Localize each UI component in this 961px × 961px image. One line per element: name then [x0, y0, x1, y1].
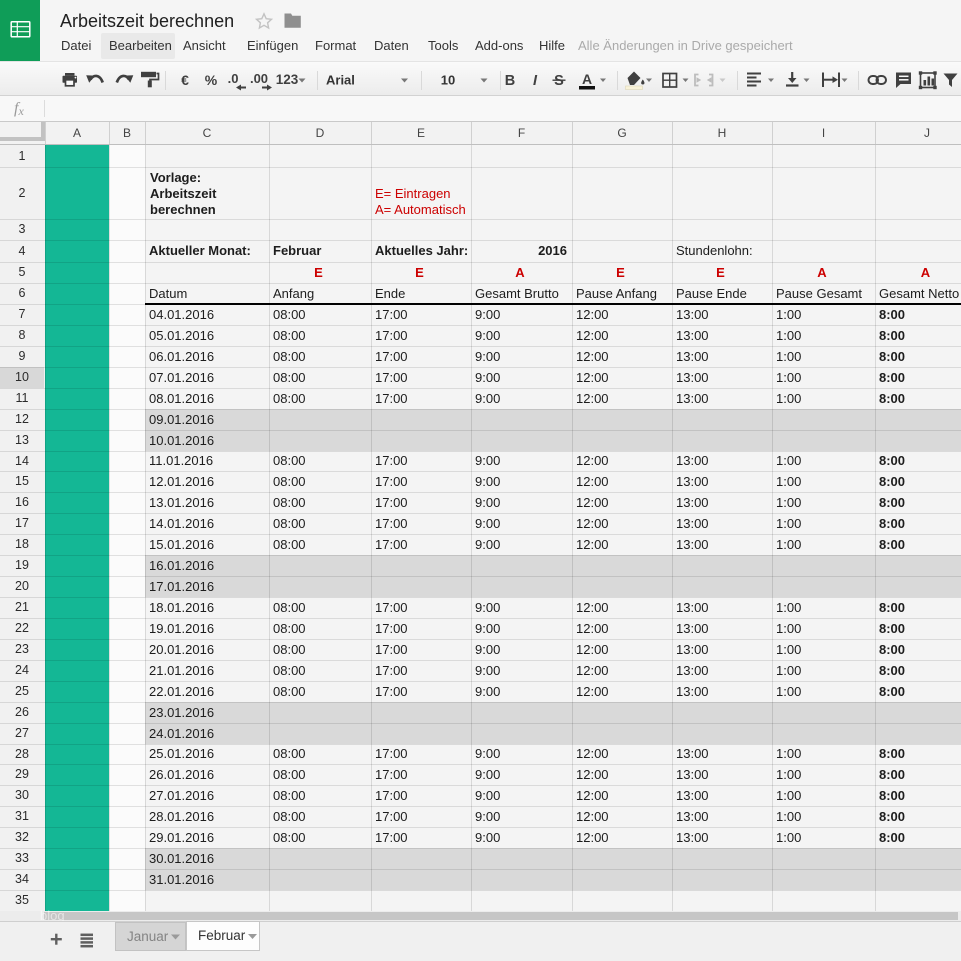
svg-text:I: I: [533, 73, 538, 89]
svg-text:Arial: Arial: [326, 73, 355, 88]
svg-text:B: B: [505, 73, 515, 89]
svg-text:10: 10: [441, 73, 455, 88]
svg-text:.0: .0: [228, 71, 239, 86]
svg-text:123: 123: [276, 72, 299, 87]
svg-text:S: S: [554, 73, 564, 89]
svg-text:A: A: [582, 71, 592, 87]
svg-text:.00: .00: [250, 71, 268, 86]
svg-text:€: €: [181, 72, 189, 88]
svg-text:%: %: [205, 72, 218, 88]
